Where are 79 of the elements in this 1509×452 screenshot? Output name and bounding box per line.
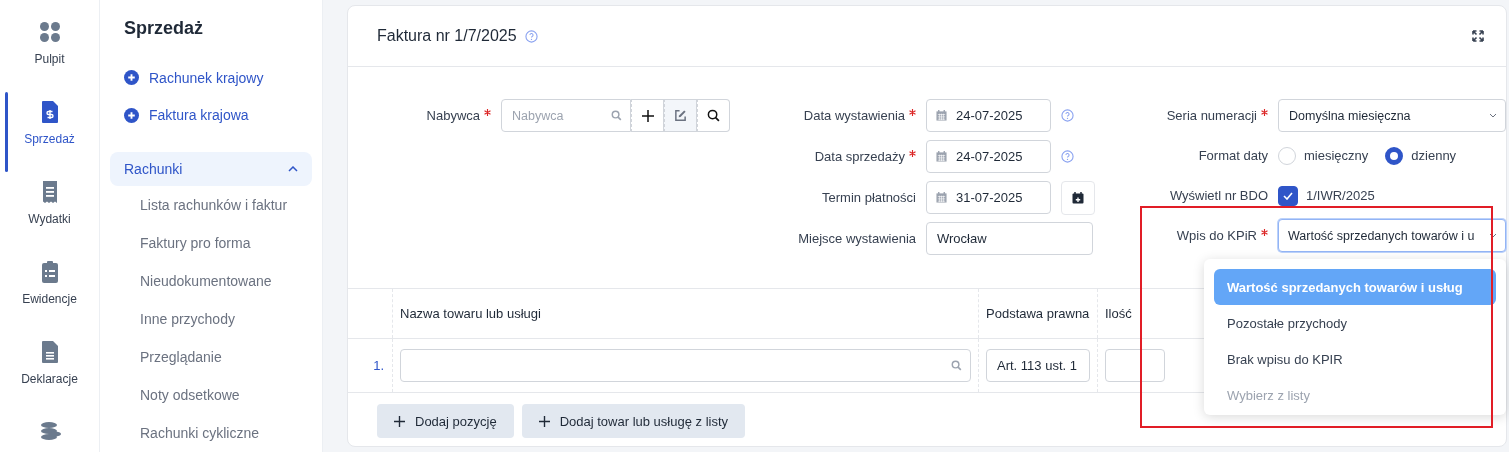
radio-label: miesięczny	[1304, 148, 1369, 163]
menu-item[interactable]: Faktury pro forma	[110, 224, 312, 262]
rail-item[interactable]: Wydatki	[0, 176, 99, 256]
quantity-field[interactable]	[1105, 349, 1165, 382]
chevron-down-icon	[1489, 233, 1497, 238]
column-header: Ilość	[1104, 305, 1133, 323]
checkbox-label: 1/IWR/2025	[1306, 188, 1375, 203]
row-number: 1.	[348, 339, 393, 392]
menu-item[interactable]: Inne przychody	[110, 300, 312, 338]
plus-icon	[641, 109, 654, 122]
menu-item[interactable]: Lista rachunków i faktur	[110, 186, 312, 224]
place-field[interactable]: Wrocław	[926, 222, 1093, 255]
field-label: Wpis do KPiR	[1176, 228, 1257, 243]
select-field[interactable]: Domyślna miesięczna	[1278, 99, 1506, 132]
date-field[interactable]: 24-07-2025	[926, 99, 1051, 132]
invoice-title: Faktura nr 1/7/2025	[377, 27, 517, 45]
field-label: Wyświetl nr BDO	[1169, 188, 1268, 203]
calendar-icon	[936, 192, 947, 203]
add-button[interactable]	[631, 99, 664, 132]
add-row-button[interactable]: Dodaj towar lub usługę z listy	[521, 404, 745, 438]
date-field[interactable]: 24-07-2025	[926, 140, 1051, 173]
plus-icon	[538, 415, 550, 427]
calendar-icon	[936, 151, 947, 162]
field-label: Nabywca	[426, 108, 480, 123]
dropdown-option[interactable]: Pozostałe przychody	[1214, 305, 1496, 341]
rail-item[interactable]: Deklaracje	[0, 336, 99, 416]
select-field[interactable]: Wartość sprzedanych towarów i u	[1278, 219, 1506, 252]
required-asterisk-icon	[909, 150, 916, 157]
field-label: Seria numeracji	[1166, 108, 1257, 123]
field-label: Termin płatności	[822, 190, 916, 205]
menu-item[interactable]: Przeglądanie	[110, 338, 312, 376]
search-icon	[951, 360, 962, 371]
radio-label: dzienny	[1411, 148, 1457, 163]
chevron-icon	[288, 166, 298, 173]
required-asterisk-icon	[484, 109, 491, 116]
plus-icon	[394, 415, 405, 427]
checkmark-icon	[1283, 191, 1293, 200]
group-header[interactable]: Rachunki	[110, 152, 312, 186]
field-label: Format daty	[1198, 148, 1268, 163]
rail-item[interactable]: Ewidencje	[0, 256, 99, 336]
add-row-button[interactable]: Dodaj pozycję	[377, 404, 514, 438]
plus-circle-icon	[124, 107, 139, 123]
dropdown-option[interactable]: Brak wpisu do KPIR	[1214, 341, 1496, 377]
calendar-button[interactable]	[1061, 180, 1095, 215]
buyer-field[interactable]: Nabywca	[501, 99, 631, 132]
radio-option[interactable]: dzienny	[1385, 146, 1457, 165]
menu-item[interactable]: Noty odsetkowe	[110, 376, 312, 414]
column-header: Podstawa prawna	[979, 289, 1098, 338]
radio-option[interactable]: miesięczny	[1278, 146, 1369, 165]
search-icon	[707, 109, 720, 122]
chevron-down-icon	[1489, 113, 1497, 118]
rail-item[interactable]: Sprzedaż	[0, 96, 99, 176]
required-asterisk-icon	[1261, 229, 1268, 236]
column-header: Nazwa towaru lub usługi	[393, 289, 979, 338]
edit-icon	[674, 109, 687, 122]
calendar-icon	[936, 110, 947, 121]
rail-item[interactable]: Pulpit	[0, 16, 99, 96]
menu-item[interactable]: Rachunki cykliczne	[110, 414, 312, 452]
section-title: Sprzedaż	[124, 18, 205, 39]
required-asterisk-icon	[1261, 109, 1268, 116]
expand-icon[interactable]	[1472, 30, 1484, 42]
edit-button[interactable]	[664, 99, 697, 132]
add-link[interactable]: Faktura krajowa	[124, 96, 312, 135]
search-icon	[611, 110, 622, 121]
field-label: Data sprzedaży	[814, 149, 905, 164]
search-button[interactable]	[697, 99, 730, 132]
required-asterisk-icon	[909, 109, 916, 116]
plus-circle-icon	[124, 70, 139, 86]
add-link[interactable]: Rachunek krajowy	[124, 59, 312, 97]
radio-button[interactable]	[1385, 146, 1404, 165]
four-dots-icon	[37, 20, 62, 44]
checkbox[interactable]	[1278, 185, 1298, 206]
field-label: Miejsce wystawienia	[798, 231, 916, 246]
legal-basis-field[interactable]: Art. 113 ust. 1	[986, 349, 1090, 382]
product-field[interactable]	[400, 349, 971, 382]
field-label: Data wystawienia	[803, 108, 905, 123]
calendar-plus-icon	[1072, 191, 1084, 204]
menu-item[interactable]: Nieudokumentowane	[110, 262, 312, 300]
date-field[interactable]: 31-07-2025	[926, 181, 1051, 214]
